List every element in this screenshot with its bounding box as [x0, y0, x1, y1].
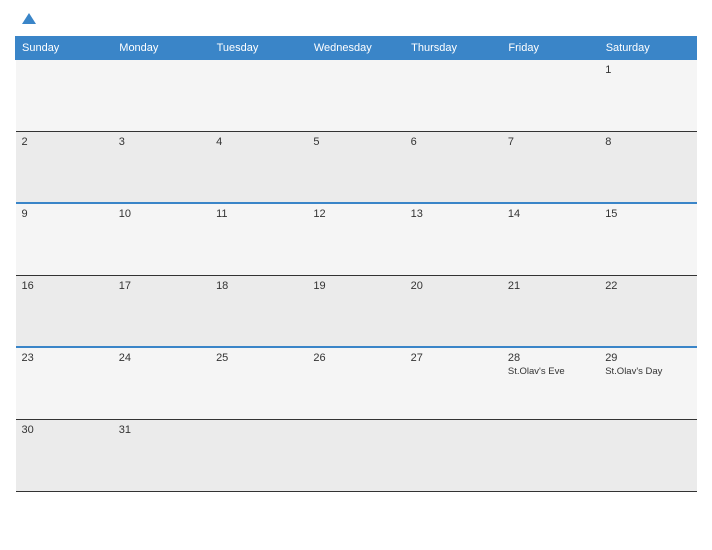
- calendar-week-row-3: 9 10 11 12 13 14 15: [16, 203, 697, 275]
- day-number: 6: [411, 136, 496, 148]
- calendar-cell: 31: [113, 419, 210, 491]
- calendar-cell: 20: [405, 275, 502, 347]
- day-number: 18: [216, 280, 301, 292]
- calendar-cell: 9: [16, 203, 113, 275]
- calendar-week-row-1: 1: [16, 59, 697, 131]
- day-number: 2: [22, 136, 107, 148]
- calendar-cell: [307, 419, 404, 491]
- day-number: 14: [508, 208, 593, 220]
- calendar-cell: [502, 419, 599, 491]
- calendar-header: [15, 10, 697, 28]
- day-number: 3: [119, 136, 204, 148]
- calendar-cell: 28 St.Olav's Eve: [502, 347, 599, 419]
- day-number: 17: [119, 280, 204, 292]
- calendar-cell: 2: [16, 131, 113, 203]
- logo-top: [20, 10, 36, 28]
- calendar-cell: 8: [599, 131, 696, 203]
- calendar-cell: 16: [16, 275, 113, 347]
- weekday-header-friday: Friday: [502, 36, 599, 59]
- calendar-cell: [16, 59, 113, 131]
- calendar-week-row-6: 30 31: [16, 419, 697, 491]
- day-number: 15: [605, 208, 690, 220]
- calendar-cell: 3: [113, 131, 210, 203]
- calendar-cell: [405, 419, 502, 491]
- calendar-week-row-4: 16 17 18 19 20 21 22: [16, 275, 697, 347]
- calendar-cell: [502, 59, 599, 131]
- calendar-cell: 24: [113, 347, 210, 419]
- calendar-cell: 11: [210, 203, 307, 275]
- day-number: 8: [605, 136, 690, 148]
- day-number: 7: [508, 136, 593, 148]
- weekday-header-tuesday: Tuesday: [210, 36, 307, 59]
- calendar-cell: 7: [502, 131, 599, 203]
- calendar-cell: 1: [599, 59, 696, 131]
- day-number: 1: [605, 64, 690, 76]
- day-number: 23: [22, 352, 107, 364]
- calendar-cell: 23: [16, 347, 113, 419]
- day-number: 11: [216, 208, 301, 220]
- day-number: 29: [605, 352, 690, 364]
- day-number: 13: [411, 208, 496, 220]
- calendar-cell: [599, 419, 696, 491]
- day-number: 9: [22, 208, 107, 220]
- day-number: 5: [313, 136, 398, 148]
- calendar-week-row-2: 2345 678: [16, 131, 697, 203]
- day-number: 31: [119, 424, 204, 436]
- calendar-cell: [210, 59, 307, 131]
- calendar-cell: 12: [307, 203, 404, 275]
- day-number: 30: [22, 424, 107, 436]
- event-label: St.Olav's Day: [605, 366, 690, 378]
- day-number: 24: [119, 352, 204, 364]
- calendar-cell: 5: [307, 131, 404, 203]
- day-number: 4: [216, 136, 301, 148]
- day-number: 19: [313, 280, 398, 292]
- day-number: 26: [313, 352, 398, 364]
- calendar-cell: 30: [16, 419, 113, 491]
- calendar-cell: 13: [405, 203, 502, 275]
- calendar-cell: 14: [502, 203, 599, 275]
- calendar-cell: 25: [210, 347, 307, 419]
- day-number: 28: [508, 352, 593, 364]
- calendar-cell: 4: [210, 131, 307, 203]
- calendar-cell: 29 St.Olav's Day: [599, 347, 696, 419]
- weekday-header-row: SundayMondayTuesdayWednesdayThursdayFrid…: [16, 36, 697, 59]
- logo-triangle-icon: [22, 13, 36, 24]
- calendar-cell: [113, 59, 210, 131]
- day-number: 20: [411, 280, 496, 292]
- calendar-cell: [210, 419, 307, 491]
- calendar-cell: 27: [405, 347, 502, 419]
- day-number: 25: [216, 352, 301, 364]
- logo: [20, 10, 36, 28]
- weekday-header-monday: Monday: [113, 36, 210, 59]
- day-number: 12: [313, 208, 398, 220]
- calendar-cell: 17: [113, 275, 210, 347]
- event-label: St.Olav's Eve: [508, 366, 593, 378]
- calendar-table: SundayMondayTuesdayWednesdayThursdayFrid…: [15, 36, 697, 492]
- calendar-week-row-5: 23 24 25 26 27 28 St.Olav's Eve 29 St.Olav's Day: [16, 347, 697, 419]
- day-number: 16: [22, 280, 107, 292]
- calendar-cell: 21: [502, 275, 599, 347]
- weekday-header-saturday: Saturday: [599, 36, 696, 59]
- calendar-cell: 10: [113, 203, 210, 275]
- calendar-cell: [405, 59, 502, 131]
- calendar-cell: 26: [307, 347, 404, 419]
- weekday-header-sunday: Sunday: [16, 36, 113, 59]
- calendar-cell: 15: [599, 203, 696, 275]
- day-number: 10: [119, 208, 204, 220]
- day-number: 21: [508, 280, 593, 292]
- calendar-cell: 22: [599, 275, 696, 347]
- calendar-cell: 19: [307, 275, 404, 347]
- calendar-cell: 18: [210, 275, 307, 347]
- day-number: 27: [411, 352, 496, 364]
- weekday-header-thursday: Thursday: [405, 36, 502, 59]
- calendar-cell: [307, 59, 404, 131]
- calendar-container: SundayMondayTuesdayWednesdayThursdayFrid…: [0, 0, 712, 550]
- weekday-header-wednesday: Wednesday: [307, 36, 404, 59]
- calendar-cell: 6: [405, 131, 502, 203]
- day-number: 22: [605, 280, 690, 292]
